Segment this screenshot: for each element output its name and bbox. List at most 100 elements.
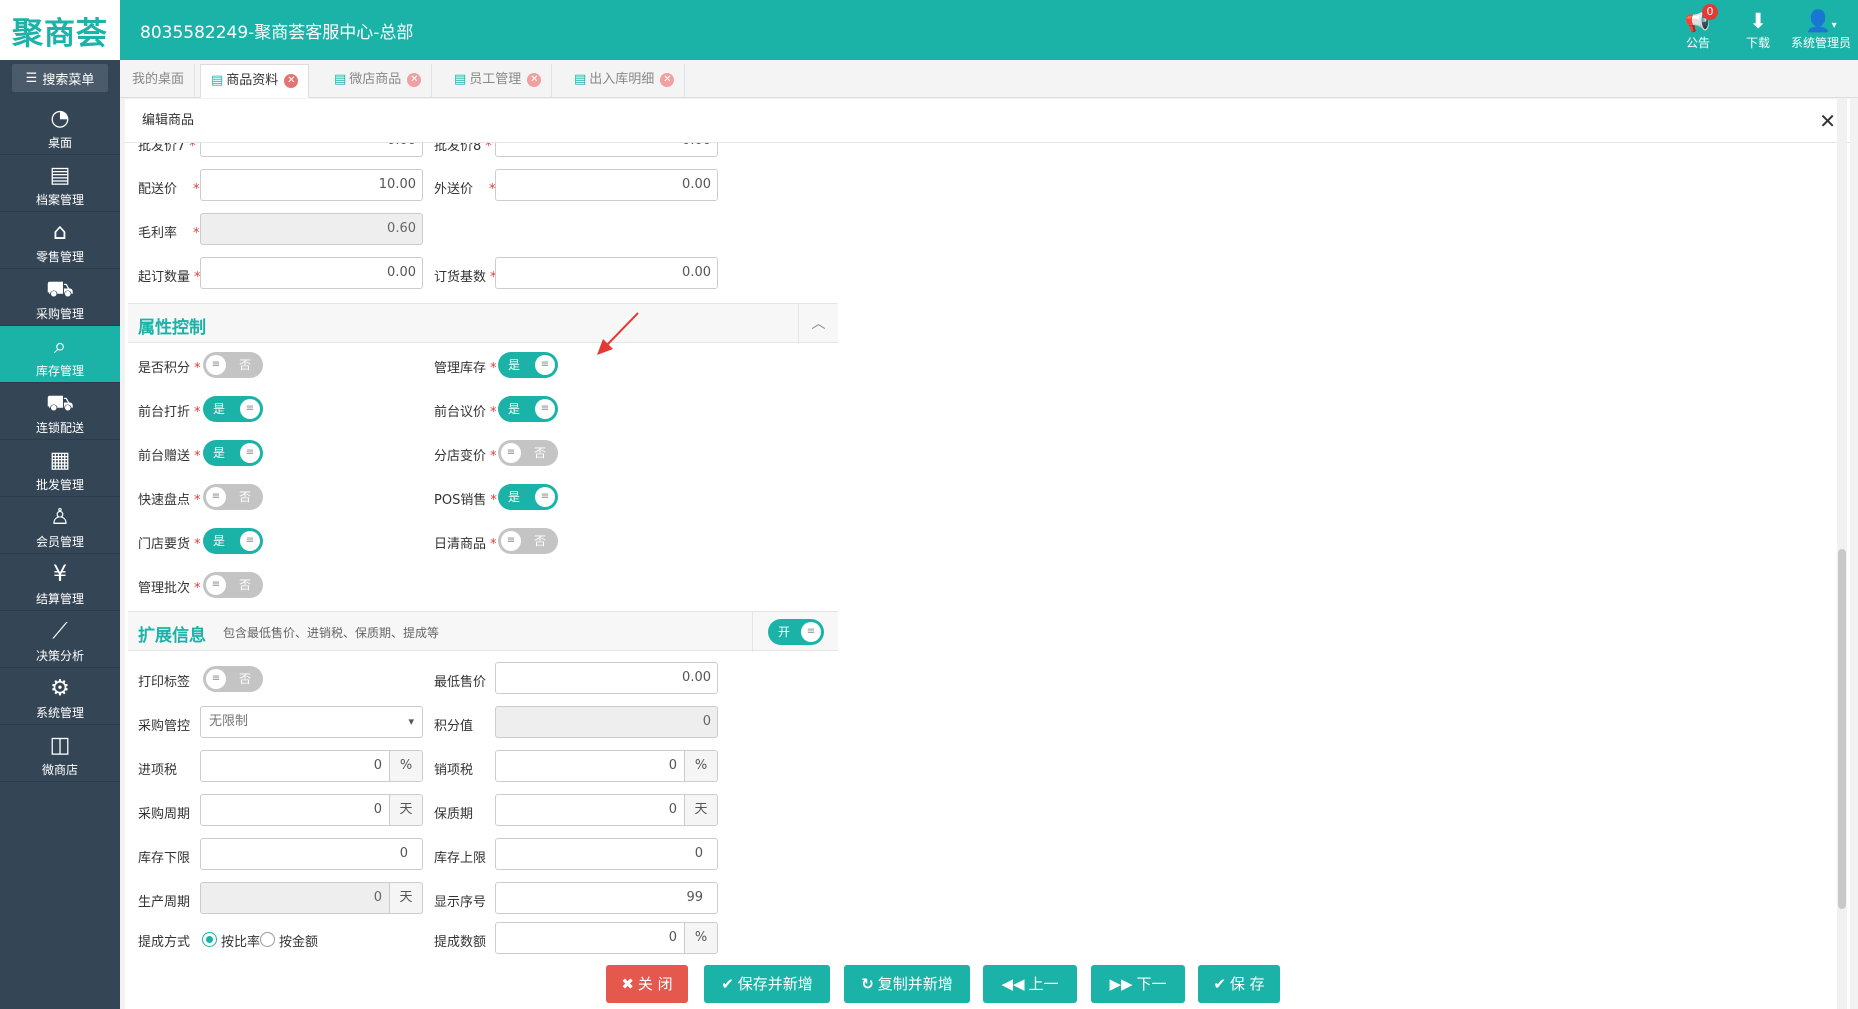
purchase-control-select[interactable]: 无限制 ▾ xyxy=(200,706,423,738)
display-order-input[interactable]: 99 xyxy=(495,882,718,914)
input-tax-value: 0 xyxy=(373,758,382,773)
sidebar-item-member[interactable]: ♙ 会员管理 xyxy=(0,497,120,554)
analysis-icon: ⟋ xyxy=(52,619,68,644)
download-button[interactable]: ⬇ 下载 xyxy=(1728,8,1788,51)
tab-stock-detail[interactable]: ▤ 出入库明细 ✕ xyxy=(564,64,686,98)
dialog-close-icon[interactable]: ✕ xyxy=(1819,109,1836,133)
commission-value-label: 提成数额 xyxy=(434,935,487,950)
save-button[interactable]: ✔ 保 存 xyxy=(1198,965,1280,1003)
shelf-life-label: 保质期 xyxy=(434,807,474,822)
store-request-toggle[interactable]: 是 ≡ xyxy=(203,528,263,554)
percent-suffix: % xyxy=(389,751,422,781)
wholesale7-input[interactable]: 0.00 xyxy=(200,143,423,157)
shelf-life-input[interactable]: 0天 xyxy=(495,794,718,826)
member-icon: ♙ xyxy=(50,505,70,530)
menu-search-icon: ☰ xyxy=(25,70,38,86)
pos-gift-toggle[interactable]: 是 ≡ xyxy=(203,440,263,466)
production-cycle-value: 0 xyxy=(373,890,382,905)
notice-button[interactable]: 📢 0 公告 xyxy=(1668,4,1728,51)
divider xyxy=(752,612,753,652)
sidebar-item-settlement[interactable]: ¥ 结算管理 xyxy=(0,554,120,611)
tab-my-desktop[interactable]: 我的桌面 xyxy=(122,64,196,98)
user-menu[interactable]: 👤▾ 系统管理员 xyxy=(1786,8,1856,51)
production-cycle-input: 0天 xyxy=(200,882,423,914)
app-title: 8035582249-聚商荟客服中心-总部 xyxy=(140,23,414,43)
stock-max-input[interactable]: 0 xyxy=(495,838,718,870)
avatar-icon: 👤▾ xyxy=(1805,9,1837,33)
previous-button[interactable]: ◀◀上一条 xyxy=(983,965,1077,1003)
purchase-control-value: 无限制 xyxy=(209,714,249,729)
scroll-thumb[interactable] xyxy=(1838,549,1846,909)
close-icon[interactable]: ✕ xyxy=(660,72,675,87)
shop-bag-icon: ◫ xyxy=(49,733,71,758)
commission-amount-radio[interactable] xyxy=(260,932,275,947)
purchase-cycle-input[interactable]: 0天 xyxy=(200,794,423,826)
stock-min-input[interactable]: 0 xyxy=(200,838,423,870)
pos-bargain-toggle[interactable]: 是 ≡ xyxy=(498,396,558,422)
branch-price-toggle[interactable]: ≡ 否 xyxy=(498,440,558,466)
copy-and-new-button[interactable]: ↻ 复制并新增 xyxy=(844,965,970,1003)
sidebar-item-wholesale[interactable]: ▦ 批发管理 xyxy=(0,440,120,497)
search-menu-button[interactable]: ☰ 搜索菜单 xyxy=(12,64,108,92)
shelf-life-value: 0 xyxy=(668,802,677,817)
tab-staff[interactable]: ▤ 员工管理 ✕ xyxy=(444,64,553,98)
sidebar-item-analysis[interactable]: ⟋ 决策分析 xyxy=(0,611,120,668)
sidebar-item-microshop[interactable]: ◫ 微商店 xyxy=(0,725,120,782)
order-base-label: 订货基数 * xyxy=(434,270,497,285)
input-tax-input[interactable]: 0% xyxy=(200,750,423,782)
sidebar-item-desktop[interactable]: ◔ 桌面 xyxy=(0,98,120,155)
tab-product-info[interactable]: ▤ 商品资料 ✕ xyxy=(200,64,310,98)
print-label-toggle[interactable]: ≡ 否 xyxy=(203,666,263,692)
document-icon: ▤ xyxy=(211,73,224,88)
toggle-knob-icon: ≡ xyxy=(206,575,226,595)
external-price-input[interactable]: 0.00 xyxy=(495,169,718,201)
archive-icon: ▤ xyxy=(49,163,71,188)
sidebar-item-archive[interactable]: ▤ 档案管理 xyxy=(0,155,120,212)
toggle-knob-icon: ≡ xyxy=(240,531,260,551)
pos-discount-toggle[interactable]: 是 ≡ xyxy=(203,396,263,422)
download-label: 下载 xyxy=(1745,36,1770,50)
chevron-up-icon[interactable]: ︿ xyxy=(798,304,838,344)
commission-value-input[interactable]: 0% xyxy=(495,922,718,954)
wholesale8-input[interactable]: 0.00 xyxy=(495,143,718,157)
sidebar-item-purchase[interactable]: ⛟ 采购管理 xyxy=(0,269,120,326)
notice-label: 公告 xyxy=(1685,36,1710,50)
batch-manage-label: 管理批次 * xyxy=(138,581,201,596)
delivery-price-input[interactable]: 10.00 xyxy=(200,169,423,201)
sidebar-item-inventory[interactable]: ⌕ 库存管理 xyxy=(0,326,120,383)
batch-manage-toggle[interactable]: ≡ 否 xyxy=(203,572,263,598)
commission-amount-label: 按金额 xyxy=(279,935,319,950)
pos-bargain-label: 前台议价 * xyxy=(434,405,497,420)
app-logo[interactable]: 聚商荟 xyxy=(0,0,120,60)
tab-label: 我的桌面 xyxy=(132,72,185,87)
wholesale7-label: 批发价7 * xyxy=(138,143,196,154)
sidebar-item-delivery[interactable]: ⛟ 连锁配送 xyxy=(0,383,120,440)
document-icon: ▤ xyxy=(574,72,587,87)
commission-ratio-radio[interactable] xyxy=(202,932,217,947)
points-enabled-toggle[interactable]: ≡ 否 xyxy=(203,352,263,378)
sidebar: ☰ 搜索菜单 ◔ 桌面 ▤ 档案管理 ⌂ 零售管理 ⛟ 采购管理 ⌕ 库存管理 … xyxy=(0,60,120,1009)
order-base-input[interactable]: 0.00 xyxy=(495,257,718,289)
min-order-input[interactable]: 0.00 xyxy=(200,257,423,289)
extended-info-toggle[interactable]: 开 ≡ xyxy=(768,619,824,645)
daily-clear-toggle[interactable]: ≡ 否 xyxy=(498,528,558,554)
save-and-new-button[interactable]: ✔ 保存并新增 xyxy=(704,965,830,1003)
close-button[interactable]: ✖ 关 闭 xyxy=(606,965,688,1003)
close-icon[interactable]: ✕ xyxy=(284,73,299,88)
percent-suffix: % xyxy=(684,751,717,781)
quick-count-toggle[interactable]: ≡ 否 xyxy=(203,484,263,510)
notice-count-badge: 0 xyxy=(1702,4,1718,20)
close-icon[interactable]: ✕ xyxy=(527,72,542,87)
output-tax-input[interactable]: 0% xyxy=(495,750,718,782)
manage-stock-toggle[interactable]: 是 ≡ xyxy=(498,352,558,378)
close-icon[interactable]: ✕ xyxy=(407,72,422,87)
dialog-scrollbar[interactable] xyxy=(1837,99,1847,1009)
purchase-cycle-label: 采购周期 xyxy=(138,807,191,822)
min-price-input[interactable]: 0.00 xyxy=(495,662,718,694)
next-button[interactable]: ▶▶下一条 xyxy=(1091,965,1185,1003)
pos-sale-toggle[interactable]: 是 ≡ xyxy=(498,484,558,510)
sidebar-item-system[interactable]: ⚙ 系统管理 xyxy=(0,668,120,725)
sidebar-item-retail[interactable]: ⌂ 零售管理 xyxy=(0,212,120,269)
tab-microshop-products[interactable]: ▤ 微店商品 ✕ xyxy=(324,64,433,98)
day-suffix: 天 xyxy=(684,795,717,825)
